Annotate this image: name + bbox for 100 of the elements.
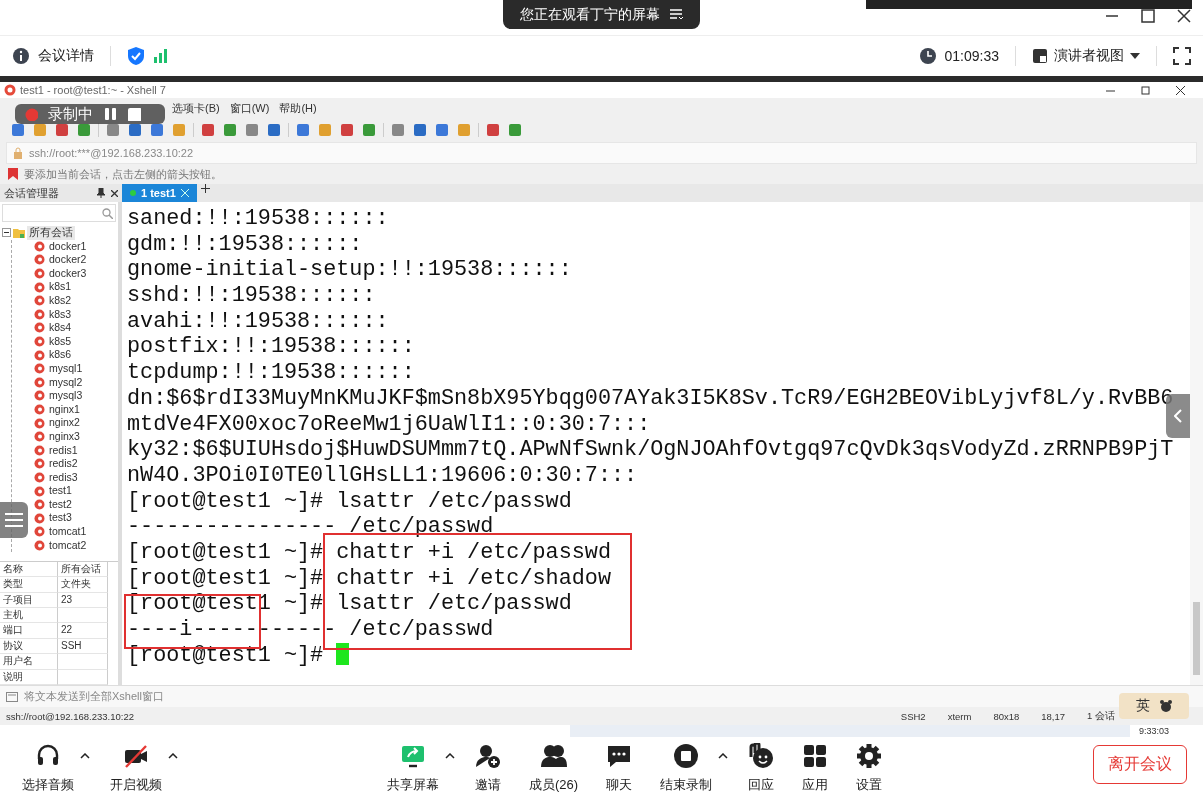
tree-item[interactable]: k8s3 (34, 307, 116, 322)
toolbar-icon[interactable] (295, 122, 311, 138)
toolbar-button[interactable]: 回应 (742, 734, 781, 794)
leave-meeting-button[interactable]: 离开会议 (1093, 744, 1187, 784)
toolbar-icon[interactable] (222, 122, 238, 138)
close-icon[interactable] (1177, 9, 1191, 23)
menu-item[interactable]: 选项卡(B) (172, 100, 220, 116)
toolbar-icon[interactable] (149, 122, 165, 138)
raised-hand-icon (748, 742, 775, 769)
menu-item[interactable]: 帮助(H) (279, 100, 317, 116)
input-method-indicator[interactable]: 英 (1119, 693, 1189, 719)
toolbar-icon[interactable] (339, 122, 355, 138)
toolbar-icon[interactable] (412, 122, 428, 138)
pause-icon[interactable] (103, 107, 117, 121)
caret-up-icon[interactable] (718, 752, 729, 759)
close-icon[interactable] (1176, 85, 1185, 95)
terminal-line: ky32:$6$UIUHsdoj$HuwDSUMmm7tQ.APwNfSwnk/OgNJOAhfOvtgq97cQvDk3qsVodyZd.zRRNPB9PjT (127, 437, 1174, 463)
toolbar-icon[interactable] (244, 122, 260, 138)
toolbar-icon[interactable] (507, 122, 523, 138)
stop-icon[interactable] (127, 107, 141, 121)
tree-item[interactable]: test1 (34, 484, 116, 498)
toolbar-button[interactable]: 应用 (796, 734, 835, 794)
tree-item[interactable]: nginx3 (34, 429, 116, 444)
toolbar-icon[interactable] (127, 122, 143, 138)
menu-icon (5, 513, 23, 527)
tree-item[interactable]: test2 (34, 497, 116, 512)
pin-icon[interactable] (97, 188, 105, 198)
close-icon[interactable] (111, 189, 118, 197)
toolbar-icon[interactable] (200, 122, 216, 138)
toolbar-icon[interactable] (485, 122, 501, 138)
tree-item[interactable]: redis3 (34, 470, 116, 485)
tree-item[interactable]: mysql2 (34, 375, 116, 390)
session-icon (34, 431, 45, 443)
bookmark-icon (8, 168, 18, 180)
lock-icon (13, 147, 23, 159)
toolbar-icon[interactable] (390, 122, 406, 138)
send-text-bar[interactable]: 将文本发送到全部Xshell窗口 (24, 689, 164, 704)
toolbar-button[interactable]: 邀请 (468, 734, 507, 794)
address-field[interactable]: ssh://root:***@192.168.233.10:22 (29, 147, 194, 159)
search-icon[interactable] (102, 207, 113, 219)
tree-item[interactable]: mysql1 (34, 361, 116, 376)
floating-menu-button[interactable] (0, 502, 28, 538)
toolbar-icon[interactable] (105, 122, 121, 138)
tree-item[interactable]: tomcat1 (34, 525, 116, 539)
toolbar-button[interactable]: 聊天 (600, 734, 639, 794)
session-icon (34, 268, 45, 280)
recording-label: 录制中 (48, 104, 93, 124)
session-tab[interactable]: 1 test1 (122, 184, 197, 202)
tree-item[interactable]: mysql3 (34, 389, 116, 403)
tree-item[interactable]: k8s4 (34, 321, 116, 335)
mascot-icon (1160, 700, 1172, 712)
empty-cell (58, 654, 108, 670)
tree-item[interactable]: redis2 (34, 457, 116, 471)
tree-item[interactable]: k8s1 (34, 280, 116, 294)
session-icon (34, 404, 45, 415)
toolbar-icon[interactable] (434, 122, 450, 138)
tree-item[interactable]: tomcat2 (34, 538, 116, 553)
caret-up-icon[interactable] (80, 752, 90, 759)
toolbar-icon[interactable] (361, 122, 377, 138)
terminal-line: [root@test1 ~]# chattr +i /etc/shadow (127, 565, 611, 592)
tree-item[interactable]: docker2 (34, 253, 116, 267)
toolbar-icon[interactable] (76, 122, 92, 138)
terminal-line: saned:!!:19538:::::: (127, 206, 389, 232)
list-icon[interactable] (670, 9, 683, 20)
toolbar-icon[interactable] (10, 122, 26, 138)
tree-item[interactable]: k8s6 (34, 348, 116, 362)
tree-item[interactable]: 所有会话 (2, 226, 116, 240)
collapse-icon[interactable] (2, 228, 11, 238)
caret-up-icon[interactable] (168, 752, 178, 759)
session-icon (34, 363, 45, 375)
tree-item[interactable]: k8s2 (34, 293, 116, 308)
toolbar-icon[interactable] (32, 122, 48, 138)
status-item: SSH2 (900, 710, 926, 722)
property-name: 用户名 (0, 654, 58, 670)
toolbar-button[interactable]: 选择音频 (16, 734, 80, 794)
scrollbar-thumb[interactable] (1193, 602, 1200, 675)
tree-item[interactable]: test3 (34, 511, 116, 526)
maximize-icon[interactable] (1141, 9, 1155, 23)
toolbar-button[interactable]: 成员(26) (522, 734, 585, 794)
tree-item[interactable]: docker3 (34, 266, 116, 281)
caret-up-icon[interactable] (444, 752, 455, 759)
toolbar-button[interactable]: 开启视频 (104, 734, 168, 794)
tree-item[interactable]: redis1 (34, 443, 116, 458)
toolbar-button[interactable]: 共享屏幕 (380, 734, 445, 794)
view-mode-button[interactable]: 演讲者视图 (1032, 47, 1140, 65)
fullscreen-icon[interactable] (1173, 47, 1191, 65)
menu-item[interactable]: 窗口(W) (229, 100, 270, 116)
meeting-details-link[interactable]: 会议详情 (38, 47, 94, 65)
session-icon (34, 240, 45, 252)
maximize-icon[interactable] (1141, 85, 1150, 95)
property-value: SSH (58, 638, 108, 655)
toolbar-button[interactable]: 结束录制 (654, 734, 719, 794)
toolbar-button[interactable]: 设置 (850, 734, 889, 794)
tree-item[interactable]: nginx2 (34, 416, 116, 430)
caret-icon (1130, 53, 1140, 59)
tree-item[interactable]: docker1 (34, 239, 116, 254)
tree-item[interactable]: k8s5 (34, 334, 116, 349)
toolbar-icon[interactable] (54, 122, 70, 138)
toolbar-icon[interactable] (266, 122, 282, 138)
tree-item[interactable]: nginx1 (34, 402, 116, 417)
